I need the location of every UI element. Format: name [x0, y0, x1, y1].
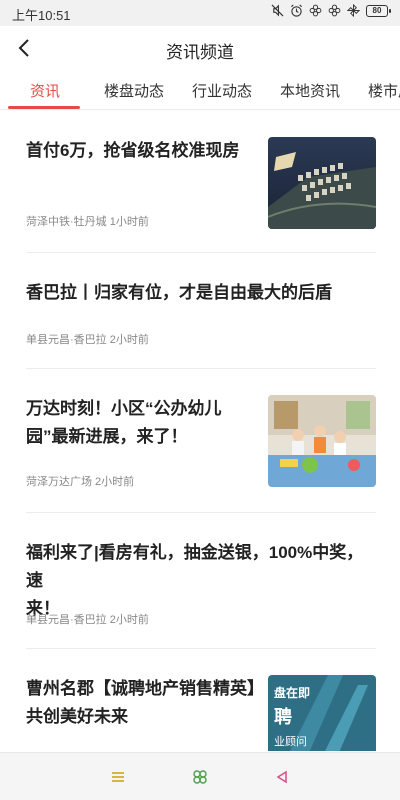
article-meta: 单县元昌·香巴拉 2小时前 [26, 614, 149, 626]
status-bar: 上午10:51 80 [0, 0, 400, 26]
article-item[interactable]: 首付6万，抢省级名校准现房 菏泽中铁·牡丹城 1小时前 [26, 111, 376, 253]
back-system-button[interactable] [272, 767, 292, 787]
article-item[interactable]: 曹州名郡【诚聘地产销售精英】 共创美好未来 盘在即 聘 业顾问 [26, 649, 376, 751]
article-title: 万达时刻！小区“公办幼儿 园”最新进展，来了！ [26, 399, 222, 446]
channel-tabs: 资讯 楼盘动态 行业动态 本地资讯 楼市后 [0, 70, 400, 110]
article-meta: 单县元昌·香巴拉 2小时前 [26, 334, 149, 346]
tab-property-updates[interactable]: 楼盘动态 [104, 80, 164, 101]
alarm-icon [290, 4, 303, 17]
tab-market[interactable]: 楼市后 [368, 80, 400, 101]
nav-bar: 资讯频道 [0, 26, 400, 70]
kindergarten-photo [268, 395, 376, 487]
article-title: 首付6万，抢省级名校准现房 [26, 141, 240, 160]
status-icons: 80 [271, 4, 391, 17]
tab-industry-updates[interactable]: 行业动态 [192, 80, 252, 101]
news-feed[interactable]: 首付6万，抢省级名校准现房 菏泽中铁·牡丹城 1小时前 香巴拉丨归家有位，才是自… [0, 111, 400, 751]
article-meta: 菏泽中铁·牡丹城 1小时前 [26, 216, 149, 228]
status-time: 上午10:51 [12, 8, 71, 23]
mute-icon [271, 4, 284, 17]
aerial-city-photo [268, 137, 376, 229]
article-title: 香巴拉丨归家有位，才是自由最大的后盾 [26, 283, 332, 302]
article-item[interactable]: 香巴拉丨归家有位，才是自由最大的后盾 单县元昌·香巴拉 2小时前 [26, 253, 376, 369]
tab-local-news[interactable]: 本地资讯 [280, 80, 340, 101]
svg-text:业顾问: 业顾问 [274, 735, 307, 748]
article-item[interactable]: 万达时刻！小区“公办幼儿 园”最新进展，来了！ 菏泽万达广场 2小时前 [26, 369, 376, 513]
menu-button[interactable] [108, 767, 128, 787]
back-triangle-icon [276, 770, 287, 784]
pinwheel-icon [347, 4, 360, 17]
flower-icon [328, 4, 341, 17]
home-icon [193, 770, 207, 784]
flower-icon [309, 4, 322, 17]
article-title: 曹州名郡【诚聘地产销售精英】 共创美好未来 [26, 679, 264, 726]
active-tab-indicator [8, 106, 80, 109]
article-thumbnail[interactable]: 盘在即 聘 业顾问 [268, 675, 376, 751]
article-thumbnail[interactable] [268, 137, 376, 229]
home-button[interactable] [190, 767, 210, 787]
tab-news[interactable]: 资讯 [30, 80, 60, 101]
page-title: 资讯频道 [166, 43, 234, 62]
system-nav-bar [0, 752, 400, 800]
svg-text:聘: 聘 [274, 706, 292, 728]
menu-icon [112, 772, 124, 782]
svg-text:盘在即: 盘在即 [274, 685, 310, 700]
recruitment-poster: 盘在即 聘 业顾问 [268, 675, 376, 751]
article-meta: 菏泽万达广场 2小时前 [26, 476, 135, 488]
battery-indicator: 80 [366, 4, 391, 17]
article-item[interactable]: 福利来了|看房有礼，抽金送银，100%中奖，速 来！ 单县元昌·香巴拉 2小时前 [26, 513, 376, 649]
article-thumbnail[interactable] [268, 395, 376, 487]
